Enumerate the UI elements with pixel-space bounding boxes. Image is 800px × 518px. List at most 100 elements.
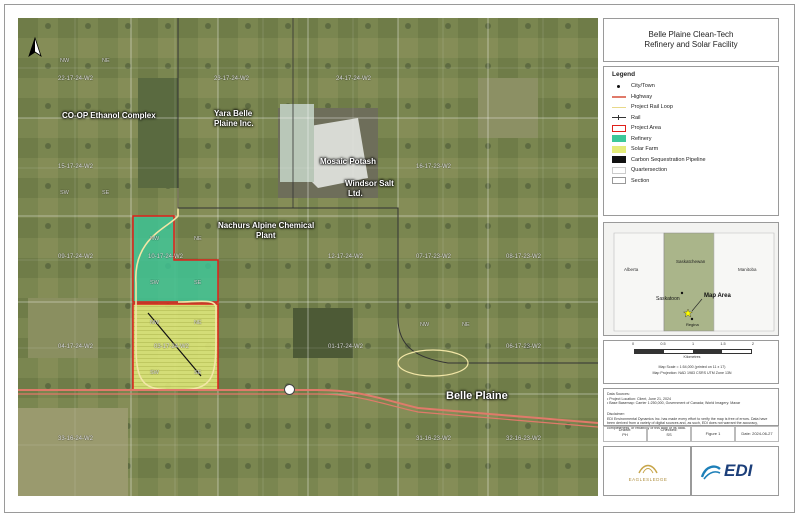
map-title-line2: Refinery and Solar Facility (644, 40, 738, 49)
scale-box: 0 0.5 1 1.5 2 Kilometres Map Scale = 1:5… (603, 340, 779, 384)
section-label: 24-17-24-W2 (336, 76, 372, 82)
legend-item-refinery: Refinery (612, 134, 770, 145)
legend-label: Rail (631, 114, 641, 121)
inset-label-map-area: Map Area (704, 293, 731, 299)
section-label: 10-17-24-W2 (148, 254, 184, 260)
label-coop-ethanol: CO-OP Ethanol Complex (62, 111, 156, 120)
edi-logo-text: EDI (724, 461, 753, 480)
legend-item-city: City/Town (612, 81, 770, 92)
section-label: 06-17-23-W2 (506, 344, 542, 350)
refinery-swatch-icon (612, 135, 626, 143)
rail-loop-line-icon (612, 104, 626, 111)
scale-bar (634, 349, 752, 354)
inset-map: Alberta Saskatchewan Manitoba Saskatoon … (603, 222, 779, 336)
quarter-label: SW (60, 190, 69, 196)
edi-logo-box: EDI (691, 446, 779, 496)
legend-box: Legend City/Town Highway Project Rail Lo… (603, 66, 779, 216)
mosaic-pond (280, 104, 314, 182)
date-value: 2024-06-27 (752, 431, 773, 436)
figure-number: Figure 1 (705, 431, 721, 436)
scale-tick: 0.5 (660, 342, 666, 346)
scale-note-2: Map Projection: NAD 1983 CSRS UTM Zone 1… (652, 371, 732, 375)
quarter-label: NE (194, 320, 202, 326)
quarter-label: NE (194, 236, 202, 242)
quarter-label: NE (462, 322, 470, 328)
section-label: 08-17-23-W2 (506, 254, 542, 260)
highway-shield-icon (284, 384, 295, 395)
north-arrow-icon (28, 36, 42, 60)
inset-label-manitoba: Manitoba (738, 267, 757, 272)
highway-line-icon (612, 93, 626, 100)
client-logo-text: EAGLESLEDGE (628, 477, 668, 482)
drawn-cell: Drawn: PH (603, 426, 647, 442)
legend-label: City/Town (631, 83, 655, 90)
quarter-label: SE (194, 370, 202, 376)
side-panel: Belle Plaine Clean-Tech Refinery and Sol… (603, 18, 779, 496)
inset-map-canvas (604, 223, 778, 335)
field-patch (293, 308, 353, 358)
quartersection-swatch-icon (612, 166, 626, 174)
section-label: 23-17-24-W2 (214, 76, 250, 82)
legend-item-rail: Rail (612, 113, 770, 124)
rail-line-icon (612, 114, 626, 121)
legend-item-section: Section (612, 176, 770, 187)
field-patch (478, 78, 538, 138)
label-nachurs-line1: Nachurs Alpine Chemical (218, 221, 315, 230)
sources-line-2: • Base Basemap: Carrier 1:250,000, Gover… (607, 401, 741, 406)
inset-label-regina: Regina (686, 322, 699, 327)
legend-label: Section (631, 177, 650, 184)
title-box: Belle Plaine Clean-Tech Refinery and Sol… (603, 18, 779, 62)
scale-tick: 1 (691, 342, 695, 346)
legend-label: Project Area (631, 125, 661, 132)
section-label: 15-17-24-W2 (58, 164, 94, 170)
pipeline-swatch-icon (612, 156, 626, 164)
label-mosaic-potash: Mosaic Potash (320, 157, 377, 166)
quarter-label: NW (60, 58, 70, 64)
client-logo-box: EAGLESLEDGE (603, 446, 691, 496)
section-label: 12-17-24-W2 (328, 254, 364, 260)
city-dot-icon (612, 83, 626, 90)
legend-item-quartersection: Quartersection (612, 165, 770, 176)
section-label: 33-16-24-W2 (58, 436, 94, 442)
aerial-map[interactable]: CO-OP Ethanol Complex Yara Belle Plaine … (18, 18, 598, 496)
legend-item-project-area: Project Area (612, 123, 770, 134)
quarter-label: SE (102, 190, 110, 196)
scale-tick: 0 (632, 342, 635, 346)
inset-label-alberta: Alberta (624, 267, 639, 272)
label-yara-line2: Plaine Inc. (214, 119, 254, 128)
inset-label-saskatchewan: Saskatchewan (676, 259, 706, 264)
section-label: 32-16-23-W2 (506, 436, 542, 442)
section-label: 09-17-24-W2 (58, 254, 94, 260)
legend-item-solar: Solar Farm (612, 144, 770, 155)
quarter-label: SE (194, 280, 202, 286)
quarter-label: NW (150, 236, 160, 242)
legend-label: Project Rail Loop (631, 104, 673, 111)
checked-cell: Checked: SS (647, 426, 691, 442)
scale-note-1: Map Scale = 1:54,000 (printed on 11 x 17… (658, 365, 726, 369)
legend-item-highway: Highway (612, 92, 770, 103)
quarter-label: NW (420, 322, 430, 328)
section-label: 01-17-24-W2 (328, 344, 364, 350)
section-label: 16-17-23-W2 (416, 164, 452, 170)
eagle-logo-icon (638, 464, 658, 474)
quarter-label: SW (150, 370, 159, 376)
section-label: 03-17-24-W2 (154, 344, 190, 350)
drawn-value: PH (622, 432, 628, 437)
section-label: 04-17-24-W2 (58, 344, 94, 350)
coop-site (138, 78, 178, 188)
legend-item-rail-loop: Project Rail Loop (612, 102, 770, 113)
label-yara-line1: Yara Belle (214, 109, 253, 118)
label-belle-plaine: Belle Plaine (446, 390, 508, 402)
scale-unit: Kilometres (683, 355, 701, 359)
quarter-label: NW (150, 320, 160, 326)
date-label: Date: (741, 431, 751, 436)
legend-label: Quartersection (631, 167, 668, 174)
data-sources-box: Data Sources: • Project Location: Client… (603, 388, 779, 430)
inset-label-saskatoon: Saskatoon (656, 296, 680, 302)
figure-cell: Figure 1 (691, 426, 735, 442)
label-windsor-line2: Ltd. (348, 189, 363, 198)
label-windsor-line1: Windsor Salt (345, 179, 394, 188)
quarter-label: NE (102, 58, 110, 64)
section-label: 07-17-23-W2 (416, 254, 452, 260)
quarter-label: SW (150, 280, 159, 286)
